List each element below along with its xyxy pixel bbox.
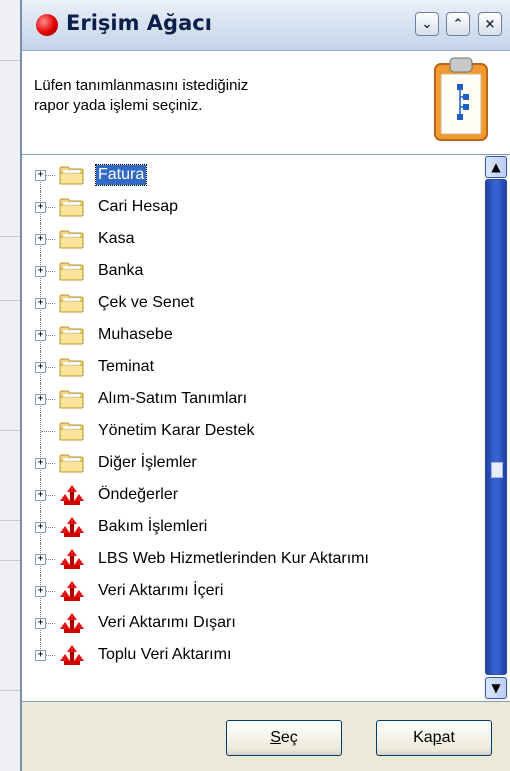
tree-item[interactable]: + Çek ve Senet [22,287,484,319]
tree-item[interactable]: + Fatura [22,159,484,191]
expand-icon[interactable]: + [35,522,46,533]
clipboard-tree-icon [434,57,488,141]
tools-icon [59,484,85,506]
select-button[interactable]: Seç [226,720,342,756]
folder-icon [59,452,85,474]
expand-icon[interactable]: + [35,586,46,597]
expand-icon[interactable]: + [35,394,46,405]
title-bar[interactable]: Erişim Ağacı ⌄ ⌃ × [22,0,510,51]
tools-icon [59,516,85,538]
tools-icon [59,580,85,602]
expand-icon[interactable]: + [35,490,46,501]
expand-icon[interactable]: + [35,202,46,213]
tree-item[interactable]: Yönetim Karar Destek [22,415,484,447]
expand-icon[interactable]: + [35,330,46,341]
tree-branch-line [41,431,55,432]
tree-item-label: Diğer İşlemler [98,454,197,471]
expand-icon[interactable]: + [35,362,46,373]
tools-icon [59,548,85,570]
tree-item[interactable]: + Teminat [22,351,484,383]
close-label-pre: Ka [413,729,433,746]
tree-item[interactable]: + Veri Aktarımı İçeri [22,575,484,607]
tree-item-label: Banka [98,262,144,279]
vertical-scrollbar[interactable]: ▲ ▼ [484,155,508,701]
folder-icon [59,228,85,250]
tree-item-label: Yönetim Karar Destek [98,422,255,439]
expand-icon[interactable]: + [35,458,46,469]
maximize-button[interactable]: ⌃ [446,12,470,36]
instruction-panel: Lüfen tanımlanmasını istediğiniz rapor y… [22,51,510,154]
expand-icon[interactable]: + [35,618,46,629]
folder-icon [59,420,85,442]
tree-item[interactable]: + Bakım İşlemleri [22,511,484,543]
tree-view[interactable]: + Fatura + Cari Hesap + Kasa + Banka + Çek ve Sen… [22,154,510,702]
tree-item-label: Veri Aktarımı İçeri [98,582,224,599]
instruction-text: Lüfen tanımlanmasını istediğiniz rapor y… [34,76,364,116]
minimize-button[interactable]: ⌄ [415,12,439,36]
tree-item-label: Veri Aktarımı Dışarı [98,614,236,631]
select-label-accel: S [270,729,281,746]
instruction-line-2: rapor yada işlemi seçiniz. [34,97,203,114]
folder-icon [59,164,85,186]
tree-item[interactable]: + Muhasebe [22,319,484,351]
tree-item[interactable]: + Öndeğerler [22,479,484,511]
folder-icon [59,292,85,314]
dialog-footer: Seç Ka p at [22,702,510,771]
tree-item-label: LBS Web Hizmetlerinden Kur Aktarımı [98,550,369,567]
tools-icon [59,612,85,634]
instruction-line-1: Lüfen tanımlanmasını istediğiniz [34,77,249,94]
close-icon: × [484,16,496,32]
tree-item[interactable]: + Veri Aktarımı Dışarı [22,607,484,639]
tree-item-label: Teminat [98,358,155,375]
folder-icon [59,356,85,378]
expand-icon[interactable]: + [35,234,46,245]
tree-item[interactable]: + Alım-Satım Tanımları [22,383,484,415]
folder-icon [59,196,85,218]
tree-item[interactable]: + Toplu Veri Aktarımı [22,639,484,671]
close-label-post: at [441,729,455,746]
window-title: Erişim Ağacı [66,11,212,35]
tree-item[interactable]: + Diğer İşlemler [22,447,484,479]
tree-item[interactable]: + Banka [22,255,484,287]
tree-item-label: Toplu Veri Aktarımı [98,646,232,663]
access-tree-dialog: Erişim Ağacı ⌄ ⌃ × Lüfen tanımlanmasını … [20,0,510,771]
tree-item-label: Öndeğerler [98,486,179,503]
expand-icon[interactable]: + [35,554,46,565]
tools-icon [59,644,85,666]
select-label-post: eç [280,729,298,746]
tree-item[interactable]: + Kasa [22,223,484,255]
arrow-up-icon: ▲ [491,160,501,174]
tree-item-label: Muhasebe [98,326,173,343]
scroll-up-button[interactable]: ▲ [485,156,507,178]
tree-item-label: Fatura [94,164,148,186]
scroll-down-button[interactable]: ▼ [485,677,507,699]
folder-icon [59,260,85,282]
scroll-thumb[interactable] [485,179,507,675]
close-button[interactable]: × [478,12,502,36]
expand-icon[interactable]: + [35,266,46,277]
tree-item-label: Kasa [98,230,135,247]
chevron-up-icon: ⌃ [452,16,464,32]
tree-item-label: Alım-Satım Tanımları [98,390,248,407]
app-icon [36,14,58,36]
chevron-down-icon: ⌄ [421,16,433,32]
folder-icon [59,324,85,346]
tree-item-label: Cari Hesap [98,198,179,215]
tree-item[interactable]: + LBS Web Hizmetlerinden Kur Aktarımı [22,543,484,575]
tree-item[interactable]: + Cari Hesap [22,191,484,223]
tree-item-label: Bakım İşlemleri [98,518,208,535]
expand-icon[interactable]: + [35,170,46,181]
expand-icon[interactable]: + [35,298,46,309]
expand-icon[interactable]: + [35,650,46,661]
tree-list: + Fatura + Cari Hesap + Kasa + Banka + Çek ve Sen… [22,155,484,701]
folder-icon [59,388,85,410]
scroll-grip [491,462,503,478]
close-dialog-button[interactable]: Ka p at [376,720,492,756]
tree-item-label: Çek ve Senet [98,294,195,311]
close-label-accel: p [432,729,442,746]
arrow-down-icon: ▼ [491,681,501,695]
